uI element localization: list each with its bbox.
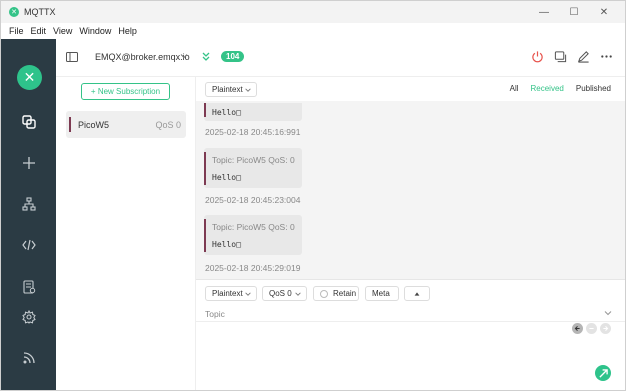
- retain-label: Retain: [333, 289, 357, 298]
- topic-placeholder: Topic: [205, 309, 225, 319]
- maximize-button[interactable]: ☐: [559, 1, 589, 23]
- menu-bar: File Edit View Window Help: [1, 23, 625, 39]
- message-meta: Topic: PicoW5 QoS: 0: [212, 155, 295, 165]
- message-timestamp: 2025-02-18 20:45:23:004: [205, 195, 301, 205]
- app-window: ✕ MQTTX — ☐ ✕ File Edit View Window Help…: [0, 0, 626, 391]
- edit-pencil-icon[interactable]: [577, 50, 590, 63]
- menu-file[interactable]: File: [9, 26, 24, 36]
- script-icon[interactable]: [19, 235, 39, 255]
- chevron-down-icon[interactable]: [603, 308, 613, 318]
- publish-qos-value: QoS 0: [269, 289, 292, 298]
- menu-help[interactable]: Help: [118, 26, 137, 36]
- messages-list: Plaintext All Received Published Hello□ …: [196, 77, 625, 279]
- new-subscription-button[interactable]: + New Subscription: [81, 83, 170, 100]
- retain-radio-icon: [320, 289, 328, 298]
- more-options-icon[interactable]: [600, 50, 613, 63]
- message-timestamp: 2025-02-18 20:45:16:991: [205, 127, 301, 137]
- expand-publish-button[interactable]: [404, 286, 430, 301]
- history-back-icon[interactable]: [572, 323, 583, 334]
- publish-qos-select[interactable]: QoS 0: [262, 286, 307, 301]
- toolbar-actions: [531, 50, 613, 63]
- title-bar: ✕ MQTTX — ☐ ✕: [1, 1, 625, 23]
- chevron-down-icon[interactable]: [179, 51, 189, 61]
- subscription-qos: QoS 0: [155, 120, 181, 130]
- payload-format-select[interactable]: Plaintext: [205, 82, 257, 97]
- sidebar-toggle-icon[interactable]: [66, 52, 78, 62]
- connection-toolbar: EMQX@broker.emqx.io 104: [56, 39, 625, 77]
- publish-panel: Plaintext QoS 0 Retain Meta Topic: [196, 279, 625, 390]
- left-nav: ✕: [1, 39, 56, 390]
- retain-toggle[interactable]: Retain: [313, 286, 359, 301]
- message-card[interactable]: Topic: PicoW5 QoS: 0 Hello□: [204, 215, 302, 255]
- connection-name[interactable]: EMQX@broker.emqx.io: [95, 52, 190, 62]
- subscription-item[interactable]: PicoW5 QoS 0: [66, 111, 186, 138]
- disconnect-power-icon[interactable]: [531, 50, 544, 63]
- filter-all[interactable]: All: [510, 84, 519, 93]
- feed-icon[interactable]: [19, 348, 39, 368]
- menu-view[interactable]: View: [53, 26, 72, 36]
- chevron-down-icon: [245, 292, 251, 296]
- meta-button[interactable]: Meta: [365, 286, 399, 301]
- message-color-bar: [204, 219, 206, 252]
- caret-up-icon: [414, 291, 420, 296]
- topic-input[interactable]: Topic: [196, 306, 625, 322]
- filter-published[interactable]: Published: [576, 84, 611, 93]
- app-logo-icon: ✕: [9, 7, 19, 17]
- publish-format-value: Plaintext: [212, 289, 243, 298]
- window-controls: — ☐ ✕: [529, 1, 619, 23]
- new-window-icon[interactable]: [554, 50, 567, 63]
- chevron-down-icon: [295, 292, 301, 296]
- collapse-double-chevron-icon[interactable]: [201, 51, 211, 63]
- payload-format-value: Plaintext: [212, 85, 243, 94]
- message-payload: Hello□: [212, 240, 241, 249]
- message-timestamp: 2025-02-18 20:45:29:019: [205, 263, 301, 273]
- menu-edit[interactable]: Edit: [31, 26, 47, 36]
- minimize-button[interactable]: —: [529, 1, 559, 23]
- message-color-bar: [204, 152, 206, 185]
- message-payload: Hello□: [212, 108, 241, 117]
- message-color-bar: [204, 103, 206, 117]
- history-forward-icon[interactable]: [600, 323, 611, 334]
- chevron-down-icon: [245, 88, 251, 92]
- publish-format-select[interactable]: Plaintext: [205, 286, 257, 301]
- subscriptions-panel: + New Subscription PicoW5 QoS 0: [56, 77, 196, 390]
- payload-history-nav: [572, 323, 611, 334]
- meta-label: Meta: [372, 289, 390, 298]
- message-count-badge: 104: [221, 51, 245, 62]
- send-icon: [598, 368, 608, 378]
- send-message-button[interactable]: [595, 365, 611, 381]
- close-button[interactable]: ✕: [589, 1, 619, 23]
- subscription-topic: PicoW5: [78, 120, 110, 130]
- connections-icon[interactable]: [19, 112, 39, 132]
- message-filter-tabs: All Received Published: [510, 84, 611, 93]
- new-connection-icon[interactable]: [19, 153, 39, 173]
- settings-gear-icon[interactable]: [19, 307, 39, 327]
- filter-received[interactable]: Received: [531, 84, 564, 93]
- message-payload: Hello□: [212, 173, 241, 182]
- message-meta: Topic: PicoW5 QoS: 0: [212, 222, 295, 232]
- window-title: MQTTX: [24, 7, 56, 17]
- topology-icon[interactable]: [19, 194, 39, 214]
- mqttx-logo-icon: ✕: [17, 65, 42, 90]
- subscription-color-bar: [69, 117, 71, 132]
- history-clear-icon[interactable]: [586, 323, 597, 334]
- log-icon[interactable]: [19, 277, 39, 297]
- message-card[interactable]: Hello□: [204, 103, 302, 121]
- message-card[interactable]: Topic: PicoW5 QoS: 0 Hello□: [204, 148, 302, 188]
- menu-window[interactable]: Window: [79, 26, 111, 36]
- messages-header: Plaintext All Received Published: [196, 77, 625, 101]
